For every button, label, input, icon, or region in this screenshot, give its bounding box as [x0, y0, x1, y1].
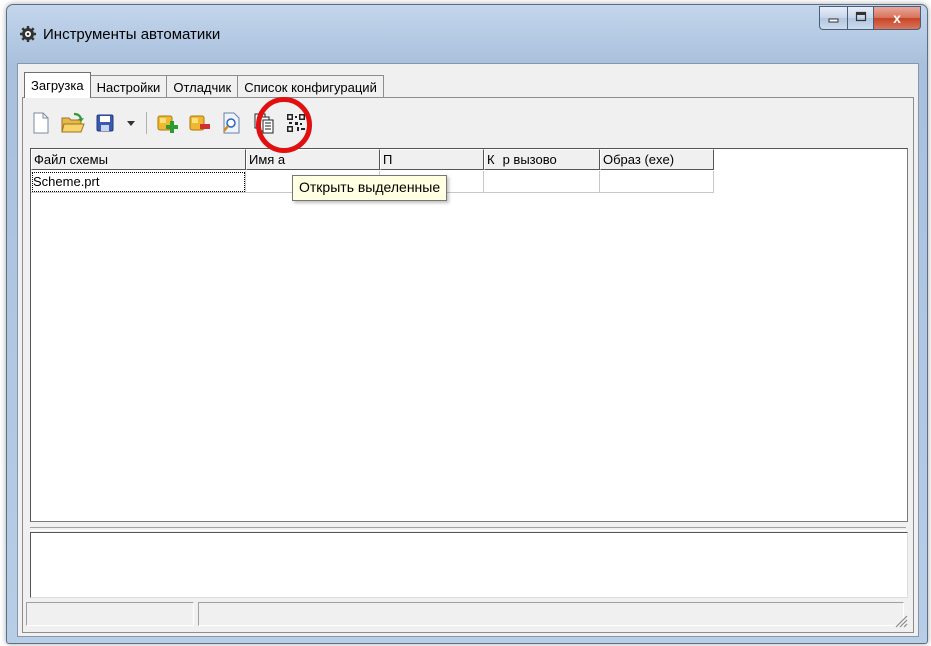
table-cell[interactable]: Scheme.prt	[31, 171, 246, 193]
close-button[interactable]: x	[874, 6, 921, 30]
maximize-icon	[855, 11, 867, 26]
add-scheme-button[interactable]	[155, 109, 181, 137]
table-cell[interactable]	[600, 171, 714, 193]
copy-pages-button[interactable]	[251, 109, 277, 137]
status-panel-left	[26, 602, 194, 626]
app-window: Инструменты автоматики x Загрузка Настро…	[6, 4, 928, 644]
save-button[interactable]	[92, 109, 118, 137]
new-button[interactable]	[28, 109, 54, 137]
tab-nastroyki[interactable]: Настройки	[89, 75, 168, 98]
toolbar-separator	[146, 112, 147, 134]
status-panel-main	[198, 602, 904, 626]
close-icon: x	[893, 10, 901, 26]
log-pane[interactable]	[30, 532, 908, 598]
tab-spisok-konfiguratsiy[interactable]: Список конфигураций	[237, 75, 384, 98]
minimize-button[interactable]	[819, 6, 848, 30]
tab-strip: Загрузка Настройки Отладчик Список конфи…	[24, 72, 384, 98]
column-header-automation-name[interactable]: Имя а	[246, 149, 380, 170]
maximize-button[interactable]	[848, 6, 874, 30]
pane-splitter[interactable]	[30, 527, 906, 531]
open-button[interactable]	[60, 109, 86, 137]
open-folder-icon	[61, 112, 85, 134]
qr-grid-icon	[285, 112, 307, 134]
save-dropdown-button[interactable]	[124, 109, 138, 137]
save-icon	[95, 113, 115, 133]
grid-header: Файл схемы Имя а П К р вызово Образ (exe…	[31, 149, 714, 171]
column-header-call-count[interactable]: К р вызово	[484, 149, 600, 170]
tab-zagruzka[interactable]: Загрузка	[24, 72, 91, 98]
remove-scheme-icon	[188, 112, 212, 134]
column-header-call-count-rest: р вызово	[502, 152, 557, 167]
open-selected-button[interactable]	[219, 109, 245, 137]
client-area: Загрузка Настройки Отладчик Список конфи…	[17, 63, 919, 637]
qr-grid-button[interactable]	[283, 109, 309, 137]
column-header-image-exe[interactable]: Образ (exe)	[600, 149, 714, 170]
copy-pages-icon	[253, 112, 275, 134]
add-scheme-icon	[156, 112, 180, 134]
minimize-icon	[828, 11, 840, 26]
window-title: Инструменты автоматики	[43, 26, 221, 43]
schemes-grid[interactable]: Файл схемы Имя а П К р вызово Образ (exe…	[30, 148, 908, 522]
title-bar[interactable]: Инструменты автоматики x	[7, 5, 927, 61]
dropdown-arrow-icon	[126, 119, 136, 127]
gear-app-icon	[19, 25, 37, 43]
table-cell[interactable]	[484, 171, 600, 193]
caption-buttons: x	[819, 6, 921, 30]
column-header-scheme-file[interactable]: Файл схемы	[31, 149, 246, 170]
tab-otladchik[interactable]: Отладчик	[166, 75, 239, 98]
resize-grip-icon[interactable]	[894, 614, 908, 628]
new-icon	[32, 112, 50, 134]
toolbar	[28, 105, 309, 141]
column-header-p[interactable]: П	[380, 149, 484, 170]
status-bar	[26, 602, 908, 628]
column-header-call-count-k: К	[487, 152, 495, 167]
open-selected-icon	[221, 112, 243, 134]
remove-scheme-button[interactable]	[187, 109, 213, 137]
tooltip: Открыть выделенные	[292, 175, 448, 201]
